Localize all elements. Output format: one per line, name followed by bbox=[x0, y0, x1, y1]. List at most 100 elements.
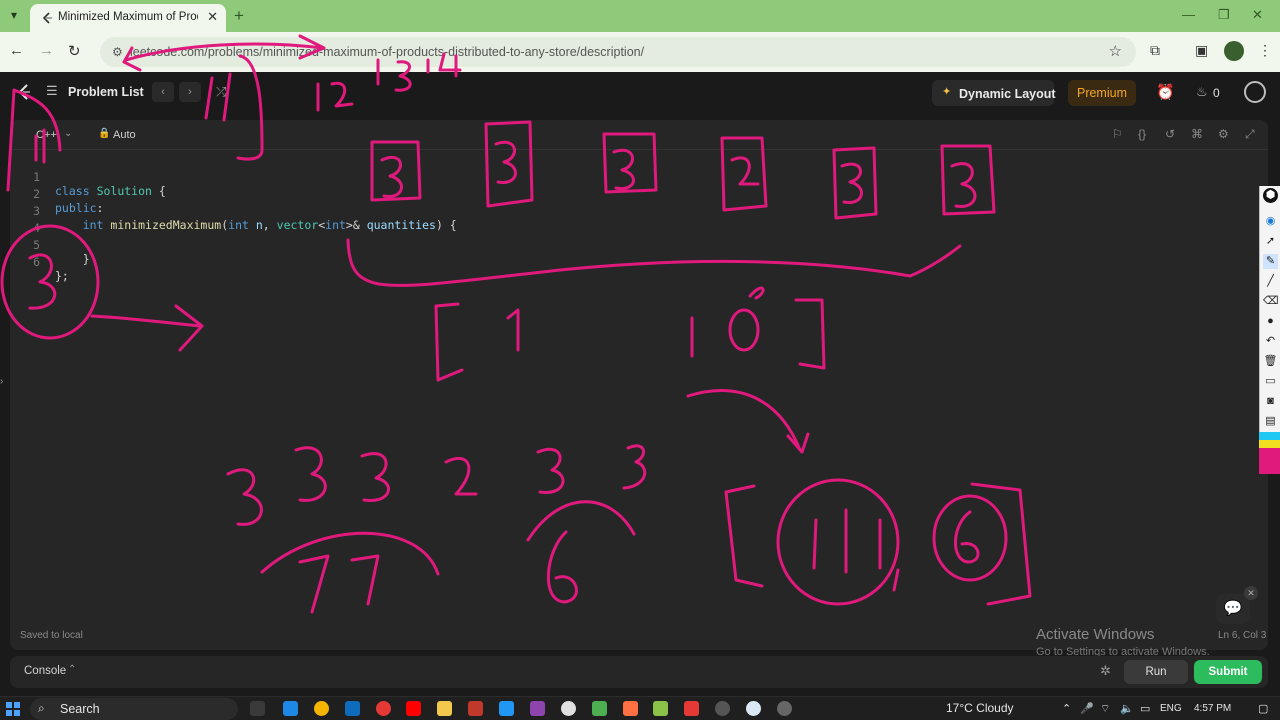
language-selector[interactable]: C++ bbox=[36, 129, 57, 141]
user-avatar[interactable] bbox=[1244, 81, 1266, 103]
color-swatch-magenta[interactable] bbox=[1259, 448, 1280, 474]
undo-icon[interactable]: ↶ bbox=[1263, 334, 1278, 349]
chat-close-icon[interactable]: ✕ bbox=[1244, 586, 1258, 600]
battery-icon[interactable]: ▭ bbox=[1140, 702, 1150, 715]
site-info-icon[interactable]: ⚙ bbox=[112, 45, 123, 59]
task-view-icon[interactable] bbox=[250, 701, 265, 716]
settings-gear-icon[interactable]: ⚙ bbox=[1218, 127, 1229, 141]
format-code-icon[interactable]: {} bbox=[1138, 127, 1146, 141]
dot-icon[interactable]: ● bbox=[1263, 314, 1278, 329]
profile-avatar[interactable] bbox=[1224, 41, 1244, 61]
expand-panel-icon[interactable]: › bbox=[0, 376, 3, 387]
youtube-icon[interactable] bbox=[406, 701, 421, 716]
chat-assistant-icon[interactable]: 💬 bbox=[1216, 594, 1250, 624]
activate-windows-watermark: Activate Windows Go to Settings to activ… bbox=[1036, 626, 1210, 658]
pen-icon[interactable]: ✎ bbox=[1263, 254, 1278, 269]
reset-code-icon[interactable]: ↺ bbox=[1165, 127, 1175, 141]
vscode-icon[interactable] bbox=[499, 701, 514, 716]
maximize-window-icon[interactable]: ❐ bbox=[1218, 7, 1230, 23]
pen-tool-logo-icon[interactable]: ⬢ bbox=[1263, 188, 1278, 203]
app-green-icon[interactable] bbox=[592, 701, 607, 716]
code-line: 6 }; bbox=[10, 241, 810, 283]
prev-problem-button[interactable]: ‹ bbox=[152, 82, 174, 102]
clipboard-icon[interactable]: ▤ bbox=[1263, 414, 1278, 429]
fullscreen-icon[interactable]: ⤢ bbox=[1245, 127, 1255, 142]
problem-list-link[interactable]: Problem List bbox=[68, 85, 144, 99]
code-text: }; bbox=[55, 269, 69, 283]
tab-search-button[interactable]: ▾ bbox=[4, 4, 24, 26]
leetcode-logo-icon[interactable] bbox=[16, 83, 32, 101]
bookmark-star-icon[interactable]: ☆ bbox=[1109, 42, 1122, 60]
file-explorer-icon[interactable] bbox=[437, 701, 452, 716]
cursor-icon[interactable]: ➚ bbox=[1263, 234, 1278, 249]
console-toggle[interactable]: Console bbox=[24, 665, 66, 677]
tab-close-icon[interactable]: ✕ bbox=[207, 9, 218, 25]
eye-icon[interactable]: ◉ bbox=[1263, 214, 1278, 229]
chrome-icon[interactable] bbox=[561, 701, 576, 716]
chevron-down-icon[interactable]: ⌄ bbox=[64, 128, 72, 139]
code-line: 5 } bbox=[10, 224, 810, 266]
cursor-position: Ln 6, Col 3 bbox=[1218, 630, 1267, 641]
dynamic-layout-button[interactable]: ✦ Dynamic Layout bbox=[932, 80, 1056, 106]
camera-icon[interactable]: ◙ bbox=[1263, 394, 1278, 409]
shortcuts-icon[interactable]: ⌘ bbox=[1191, 127, 1203, 141]
edge-icon[interactable] bbox=[283, 701, 298, 716]
color-swatch-yellow[interactable] bbox=[1259, 440, 1280, 448]
autosave-mode[interactable]: Auto bbox=[113, 129, 136, 141]
windows-start-icon[interactable] bbox=[6, 702, 20, 716]
code-editor-panel: C++ ⌄ 🔒 Auto ⚐ {} ↺ ⌘ ⚙ ⤢ 1 class Soluti… bbox=[10, 120, 1268, 650]
app-orange-icon[interactable] bbox=[623, 701, 638, 716]
bookmark-icon[interactable]: ⚐ bbox=[1112, 127, 1123, 141]
chrome-active-icon[interactable] bbox=[746, 701, 761, 716]
run-button[interactable]: Run bbox=[1124, 660, 1188, 684]
browser-toolbar: ← → ↻ ⚙ leetcode.com/problems/minimized-… bbox=[0, 32, 1280, 72]
office-icon[interactable] bbox=[468, 701, 483, 716]
app-lime-icon[interactable] bbox=[653, 701, 668, 716]
next-problem-button[interactable]: › bbox=[179, 82, 201, 102]
visual-studio-icon[interactable] bbox=[530, 701, 545, 716]
screen-icon[interactable]: ▭ bbox=[1263, 374, 1278, 389]
back-icon[interactable]: ← bbox=[9, 42, 24, 59]
side-panel-icon[interactable]: ▣ bbox=[1195, 42, 1208, 59]
streak-fire-icon[interactable]: ♨ bbox=[1196, 84, 1208, 100]
chevron-up-icon[interactable]: ⌃ bbox=[68, 664, 76, 675]
color-swatch-cyan[interactable] bbox=[1259, 432, 1280, 440]
problem-list-icon[interactable]: ☰ bbox=[46, 83, 58, 99]
notifications-icon[interactable]: ▢ bbox=[1258, 702, 1268, 715]
eraser-icon[interactable]: ⌫ bbox=[1263, 294, 1279, 309]
microphone-icon[interactable]: 🎤 bbox=[1080, 702, 1094, 715]
minimize-window-icon[interactable]: — bbox=[1182, 7, 1195, 22]
reload-icon[interactable]: ↻ bbox=[68, 42, 81, 60]
language-indicator[interactable]: ENG bbox=[1160, 703, 1182, 714]
line-tool-icon[interactable]: ╱ bbox=[1263, 274, 1278, 289]
mail-icon[interactable] bbox=[345, 701, 360, 716]
app-dark-icon[interactable] bbox=[715, 701, 730, 716]
debug-icon[interactable]: ✲ bbox=[1100, 663, 1111, 679]
submit-button[interactable]: Submit bbox=[1194, 660, 1262, 684]
taskbar-clock[interactable]: 4:57 PM bbox=[1194, 703, 1231, 714]
address-bar[interactable]: ⚙ leetcode.com/problems/minimized-maximu… bbox=[100, 37, 1136, 67]
tab-title: Minimized Maximum of Products bbox=[58, 11, 198, 23]
trash-icon[interactable]: 🗑 bbox=[1263, 354, 1278, 369]
app-gray-icon[interactable] bbox=[777, 701, 792, 716]
browser-tab[interactable]: Minimized Maximum of Products ✕ bbox=[30, 4, 226, 32]
shuffle-icon[interactable]: ⤮ bbox=[216, 84, 226, 100]
weather-widget[interactable]: 17°C Cloudy bbox=[946, 701, 1014, 715]
timer-icon[interactable]: ⏰ bbox=[1156, 83, 1175, 101]
forward-icon[interactable]: → bbox=[39, 42, 54, 59]
code-area[interactable]: 1 class Solution { 2 public: 3 int minim… bbox=[10, 156, 1268, 616]
color-palette[interactable] bbox=[1259, 432, 1280, 474]
wifi-icon[interactable]: ⌔ bbox=[1100, 702, 1110, 716]
premium-button[interactable]: Premium bbox=[1068, 80, 1136, 106]
close-window-icon[interactable]: ✕ bbox=[1252, 7, 1263, 23]
speaker-icon[interactable]: 🔈 bbox=[1120, 702, 1134, 715]
tray-chevron-icon[interactable]: ⌃ bbox=[1062, 702, 1071, 715]
taskbar-search[interactable]: ⌕ Search bbox=[30, 698, 238, 720]
console-bar: Console ⌃ ✲ Run Submit bbox=[10, 656, 1268, 688]
browser-menu-icon[interactable]: ⋮ bbox=[1258, 42, 1272, 59]
chrome-alt-icon[interactable] bbox=[314, 701, 329, 716]
app-red-icon[interactable] bbox=[684, 701, 699, 716]
opera-icon[interactable] bbox=[376, 701, 391, 716]
extensions-icon[interactable]: ⧉ bbox=[1150, 42, 1160, 59]
new-tab-icon[interactable]: + bbox=[234, 6, 244, 26]
